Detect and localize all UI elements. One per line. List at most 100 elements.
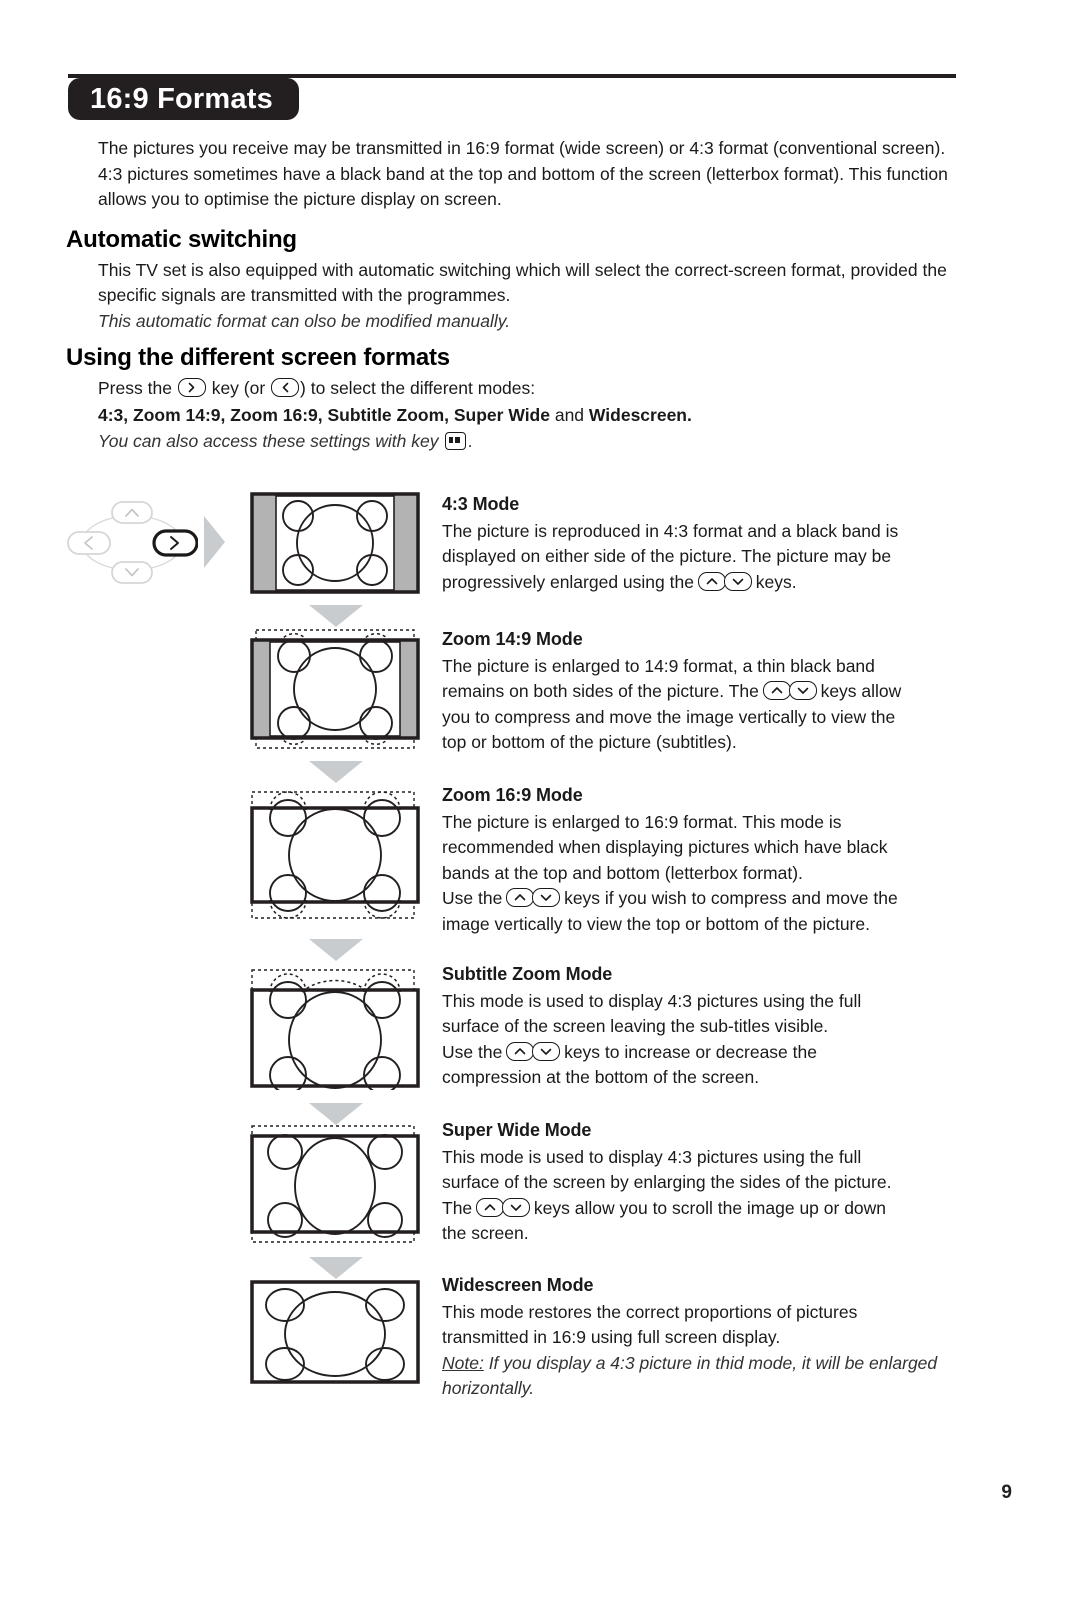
mode-line: transmitted in 16:9 using full screen di… [442, 1327, 781, 1347]
up-down-keys-icon [697, 570, 752, 596]
modes-list-end: . [687, 405, 692, 425]
mode-line-suffix: keys. [755, 571, 797, 592]
format-key-note-text: You can also access these settings with … [98, 431, 439, 451]
flow-arrow-down-icon [308, 1256, 364, 1280]
description-4-3-mode: 4:3 Mode The picture is reproduced in 4:… [442, 492, 958, 595]
modes-list: 4:3, Zoom 14:9, Zoom 16:9, Subtitle Zoom… [98, 403, 954, 428]
figure-subtitle-zoom-mode [250, 968, 420, 1095]
mode-line: the screen. [442, 1223, 529, 1243]
heading-using-formats: Using the different screen formats [66, 344, 450, 371]
mode-line: surface of the screen leaving the sub-ti… [442, 1016, 829, 1036]
mode-line: surface of the screen by enlarging the s… [442, 1172, 892, 1192]
press-prefix-text: Press the [98, 378, 172, 398]
mode-line: displayed on either side of the picture.… [442, 546, 892, 566]
cursor-down-key-icon [723, 571, 752, 591]
mode-line: Use the keys to increase or decrease the [442, 1040, 958, 1066]
mode-line: remains on both sides of the picture. Th… [442, 679, 958, 705]
mode-note: Note: If you display a 4:3 picture in th… [442, 1351, 958, 1402]
cursor-left-key-icon [271, 378, 300, 397]
note-text: If you display a 4:3 picture in thid mod… [442, 1352, 938, 1399]
mode-line-suffix: keys to increase or decrease the [564, 1041, 817, 1062]
mode-line: The picture is reproduced in 4:3 format … [442, 520, 899, 541]
nav-left-key [67, 531, 111, 555]
format-key-icon [445, 432, 467, 450]
document-page: 16:9 Formats The pictures you receive ma… [0, 0, 1080, 1620]
mode-title: Zoom 16:9 Mode [442, 785, 583, 805]
mode-line: The keys allow you to scroll the image u… [442, 1196, 958, 1222]
intro-paragraph: The pictures you receive may be transmit… [98, 138, 948, 209]
flow-arrow-right-icon [203, 515, 227, 569]
mode-title: Super Wide Mode [442, 1120, 592, 1140]
format-key-note-end: . [468, 431, 474, 451]
press-key-instruction: Press the key (or ) to select the differ… [98, 376, 954, 401]
page-number: 9 [1001, 1482, 1012, 1503]
heading-automatic-switching: Automatic switching [66, 226, 297, 253]
cursor-up-key-icon [476, 1197, 505, 1217]
modes-list-bold: 4:3, Zoom 14:9, Zoom 16:9, Subtitle Zoom… [98, 405, 550, 425]
mode-line: top or bottom of the picture (subtitles)… [442, 732, 737, 752]
mode-line: Use the keys if you wish to compress and… [442, 886, 958, 912]
mode-title: Zoom 14:9 Mode [442, 629, 583, 649]
description-subtitle-zoom-mode: Subtitle Zoom Mode This mode is used to … [442, 962, 958, 1091]
description-widescreen-mode: Widescreen Mode This mode restores the c… [442, 1273, 958, 1402]
mode-line-prefix: Use the [442, 1041, 503, 1062]
mode-line-prefix: Use the [442, 888, 503, 908]
mode-line-prefix: remains on both sides of the picture. Th… [442, 681, 759, 701]
mode-line-prefix: progressively enlarged using the [442, 571, 694, 592]
note-label: Note: [442, 1352, 484, 1373]
mode-line: This mode is used to display 4:3 picture… [442, 1146, 862, 1167]
mode-line-suffix: keys if you wish to compress and move th… [564, 888, 898, 908]
up-down-keys-icon [762, 679, 817, 705]
flow-arrow-down-icon [308, 1102, 364, 1126]
up-down-keys-icon [476, 1196, 531, 1222]
mode-line-suffix: keys allow you to scroll the image up or… [533, 1197, 887, 1218]
mode-line: progressively enlarged using the keys. [442, 570, 958, 596]
cursor-up-key-icon [697, 571, 726, 591]
mode-title: Subtitle Zoom Mode [442, 964, 613, 984]
mode-line: The picture is enlarged to 16:9 format. … [442, 811, 842, 832]
cursor-up-key-icon [506, 888, 535, 907]
cursor-right-key-icon [177, 378, 206, 397]
figure-zoom-14-9-mode [250, 628, 420, 755]
flow-arrow-down-icon [308, 760, 364, 784]
mode-line: compression at the bottom of the screen. [442, 1067, 760, 1087]
cursor-up-key-icon [506, 1041, 535, 1061]
format-key-note: You can also access these settings with … [98, 429, 954, 454]
nav-right-key-highlighted [152, 529, 199, 557]
flow-arrow-down-icon [308, 604, 364, 628]
figure-zoom-16-9-mode [250, 790, 420, 925]
flow-arrow-down-icon [308, 938, 364, 962]
description-zoom-14-9-mode: Zoom 14:9 Mode The picture is enlarged t… [442, 627, 958, 756]
mode-line: This mode is used to display 4:3 picture… [442, 990, 862, 1011]
cursor-down-key-icon [788, 681, 817, 700]
press-suffix-text: ) to select the different modes: [300, 378, 536, 398]
cursor-down-key-icon [502, 1197, 531, 1217]
mode-line-prefix: The [442, 1197, 473, 1218]
navigation-pad-diagram [66, 500, 199, 586]
mode-line: image vertically to view the top or bott… [442, 913, 870, 934]
mode-line-suffix: keys allow [820, 681, 902, 701]
modes-list-and: and [549, 405, 589, 425]
cursor-down-key-icon [532, 1041, 561, 1061]
up-down-keys-icon [506, 1040, 561, 1066]
mode-line: bands at the top and bottom (letterbox f… [442, 862, 803, 883]
nav-down-key [111, 561, 153, 584]
cursor-down-key-icon [532, 888, 561, 907]
page-title: 16:9 Formats [68, 78, 299, 120]
mode-line: The picture is enlarged to 14:9 format, … [442, 655, 875, 676]
up-down-keys-icon [506, 886, 561, 912]
description-zoom-16-9-mode: Zoom 16:9 Mode The picture is enlarged t… [442, 783, 958, 937]
mode-line: you to compress and move the image verti… [442, 706, 896, 727]
description-super-wide-mode: Super Wide Mode This mode is used to dis… [442, 1118, 958, 1247]
mode-line: recommended when displaying pictures whi… [442, 837, 888, 857]
press-mid-text: key (or [211, 378, 266, 398]
automatic-switching-body: This TV set is also equipped with automa… [98, 260, 947, 305]
mode-title: Widescreen Mode [442, 1275, 594, 1295]
automatic-switching-note: This automatic format can olso be modifi… [98, 311, 511, 331]
modes-list-last: Widescreen [588, 405, 688, 425]
figure-widescreen-mode [250, 1280, 420, 1391]
cursor-up-key-icon [762, 681, 791, 700]
figure-4-3-mode [250, 492, 420, 599]
figure-super-wide-mode [250, 1124, 420, 1251]
nav-up-key [111, 501, 153, 524]
